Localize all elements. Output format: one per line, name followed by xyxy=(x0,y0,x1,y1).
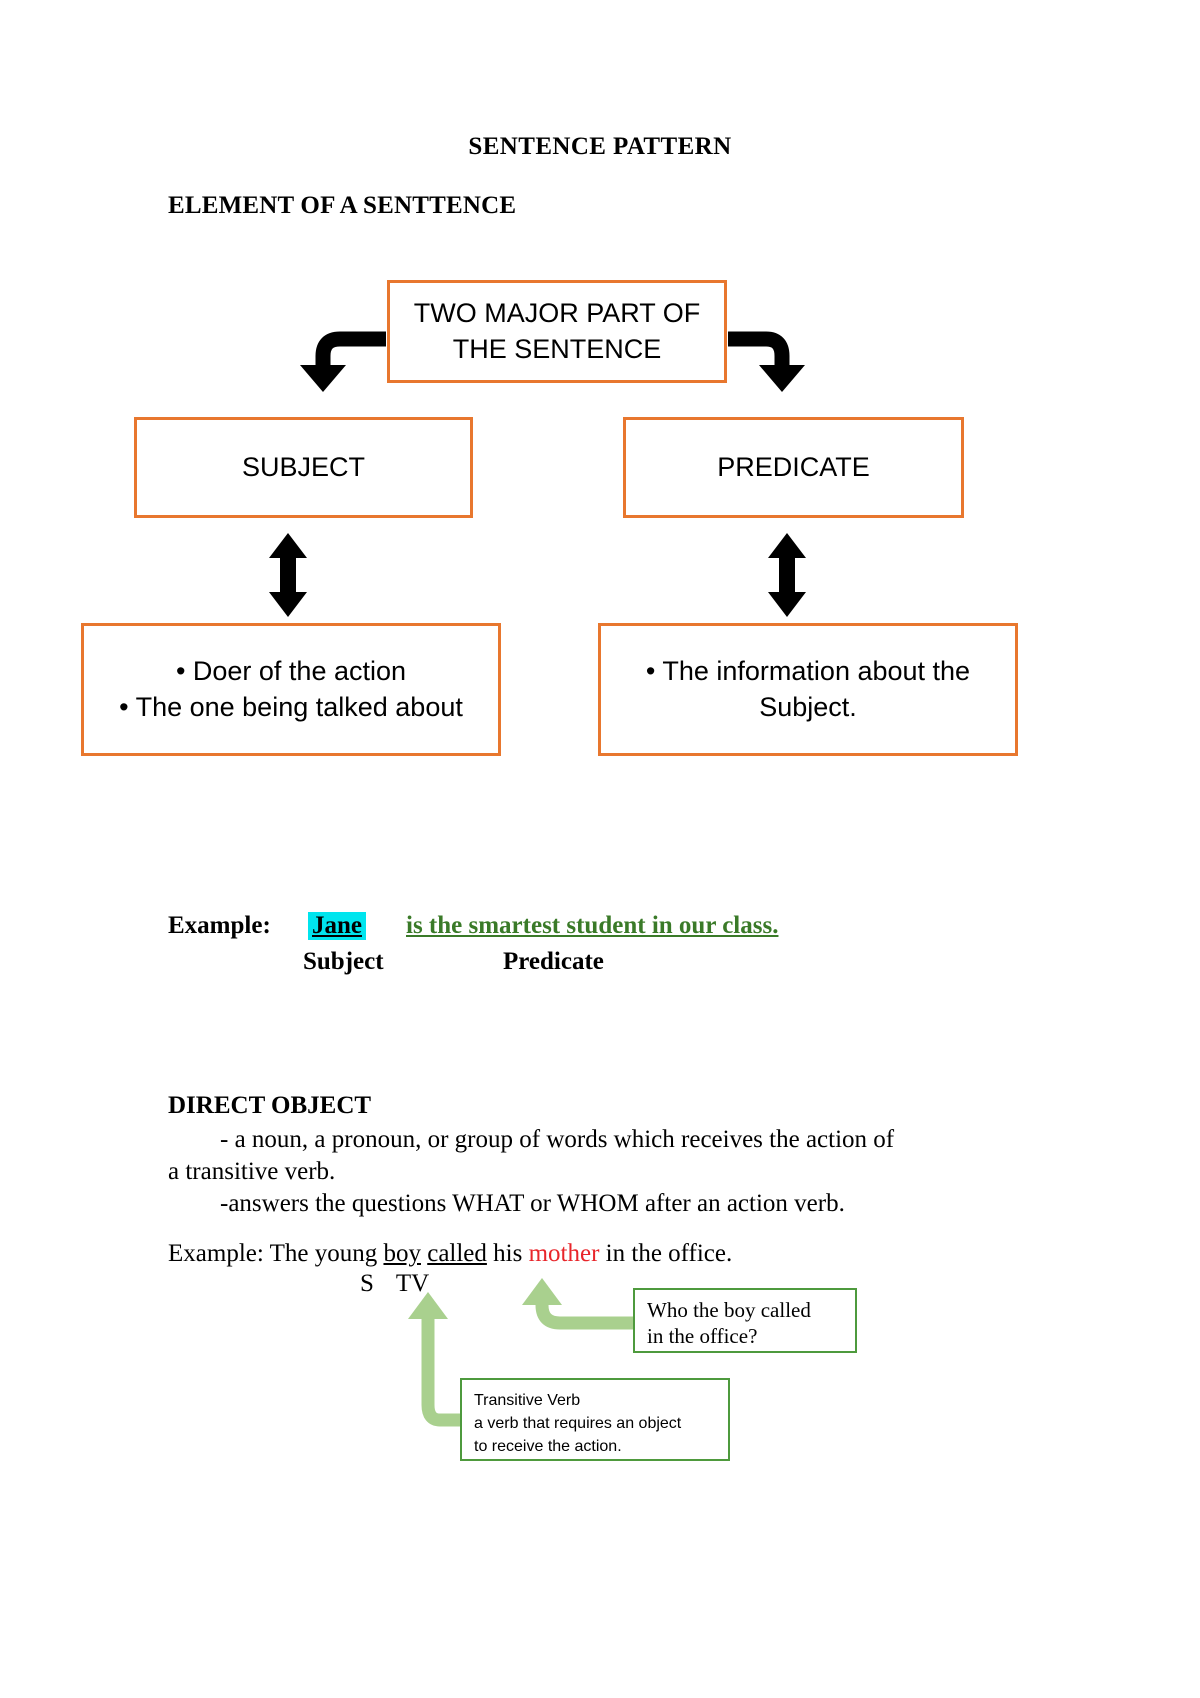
example-subject-tag: Subject xyxy=(303,948,384,975)
example-predicate-text: is the smartest student in our class. xyxy=(406,912,779,939)
direct-object-definition: - a noun, a pronoun, or group of words w… xyxy=(168,1124,968,1220)
direct-object-definition-line1-text: - a noun, a pronoun, or group of words w… xyxy=(220,1126,895,1153)
elbow-arrow-right-head xyxy=(759,365,805,392)
example-subject-highlight: Jane xyxy=(308,912,366,940)
document-page: SENTENCE PATTERN ELEMENT OF A SENTTENCE … xyxy=(0,0,1200,1698)
flow-box-predicate: PREDICATE xyxy=(623,417,964,518)
flow-box-predicate-label: PREDICATE xyxy=(717,451,870,482)
flow-box-predicate-description: • The information about the Subject. xyxy=(598,623,1018,756)
direct-object-definition-line3-text: -answers the questions WHAT or WHOM afte… xyxy=(220,1190,845,1217)
callout-tv-line3: to receive the action. xyxy=(474,1438,622,1456)
subject-desc-line2: • The one being talked about xyxy=(119,691,463,722)
sentence-parts-flowchart: TWO MAJOR PART OF THE SENTENCE SUBJECT P… xyxy=(0,0,1200,800)
flow-box-subject-label: SUBJECT xyxy=(241,451,366,482)
callout-question-box: Who the boy called in the office? xyxy=(633,1288,857,1353)
example-label: Example: xyxy=(168,912,271,939)
elbow-arrow-left-line xyxy=(315,331,386,365)
callout-question-line2: in the office? xyxy=(647,1324,758,1349)
predicate-desc-line1: • The information about the xyxy=(645,655,971,686)
callout-tv-arrow-line xyxy=(421,1303,467,1427)
direct-object-definition-line2: a transitive verb. xyxy=(168,1158,336,1185)
double-arrow-subject xyxy=(269,533,307,617)
callout-tv-arrow-head xyxy=(408,1292,448,1319)
callout-question-line1: Who the boy called xyxy=(647,1298,811,1322)
direct-object-definition-line3: -answers the questions WHAT or WHOM afte… xyxy=(168,1188,968,1220)
example-predicate-tag: Predicate xyxy=(503,948,604,975)
flow-box-subject: SUBJECT xyxy=(134,417,473,518)
elbow-arrow-left-head xyxy=(300,365,346,392)
elbow-arrow-right-line xyxy=(728,331,790,365)
predicate-desc-line2: Subject. xyxy=(759,691,857,722)
flow-box-two-major-parts-line1: TWO MAJOR PART OF xyxy=(413,297,701,328)
direct-object-heading: DIRECT OBJECT xyxy=(168,1092,372,1119)
flow-box-subject-description: • Doer of the action • The one being tal… xyxy=(81,623,501,756)
callout-tv-line1: Transitive Verb xyxy=(474,1392,581,1409)
callout-transitive-verb-box: Transitive Verb a verb that requires an … xyxy=(460,1378,730,1461)
subject-desc-line1: • Doer of the action xyxy=(175,655,407,686)
flow-box-two-major-parts: TWO MAJOR PART OF THE SENTENCE xyxy=(387,280,727,383)
callout-question-arrow-head xyxy=(522,1278,562,1305)
double-arrow-predicate xyxy=(768,533,806,617)
direct-object-definition-line1: - a noun, a pronoun, or group of words w… xyxy=(168,1124,968,1156)
callout-tv-line2: a verb that requires an object xyxy=(474,1415,682,1433)
flow-box-two-major-parts-line2: THE SENTENCE xyxy=(452,333,662,364)
